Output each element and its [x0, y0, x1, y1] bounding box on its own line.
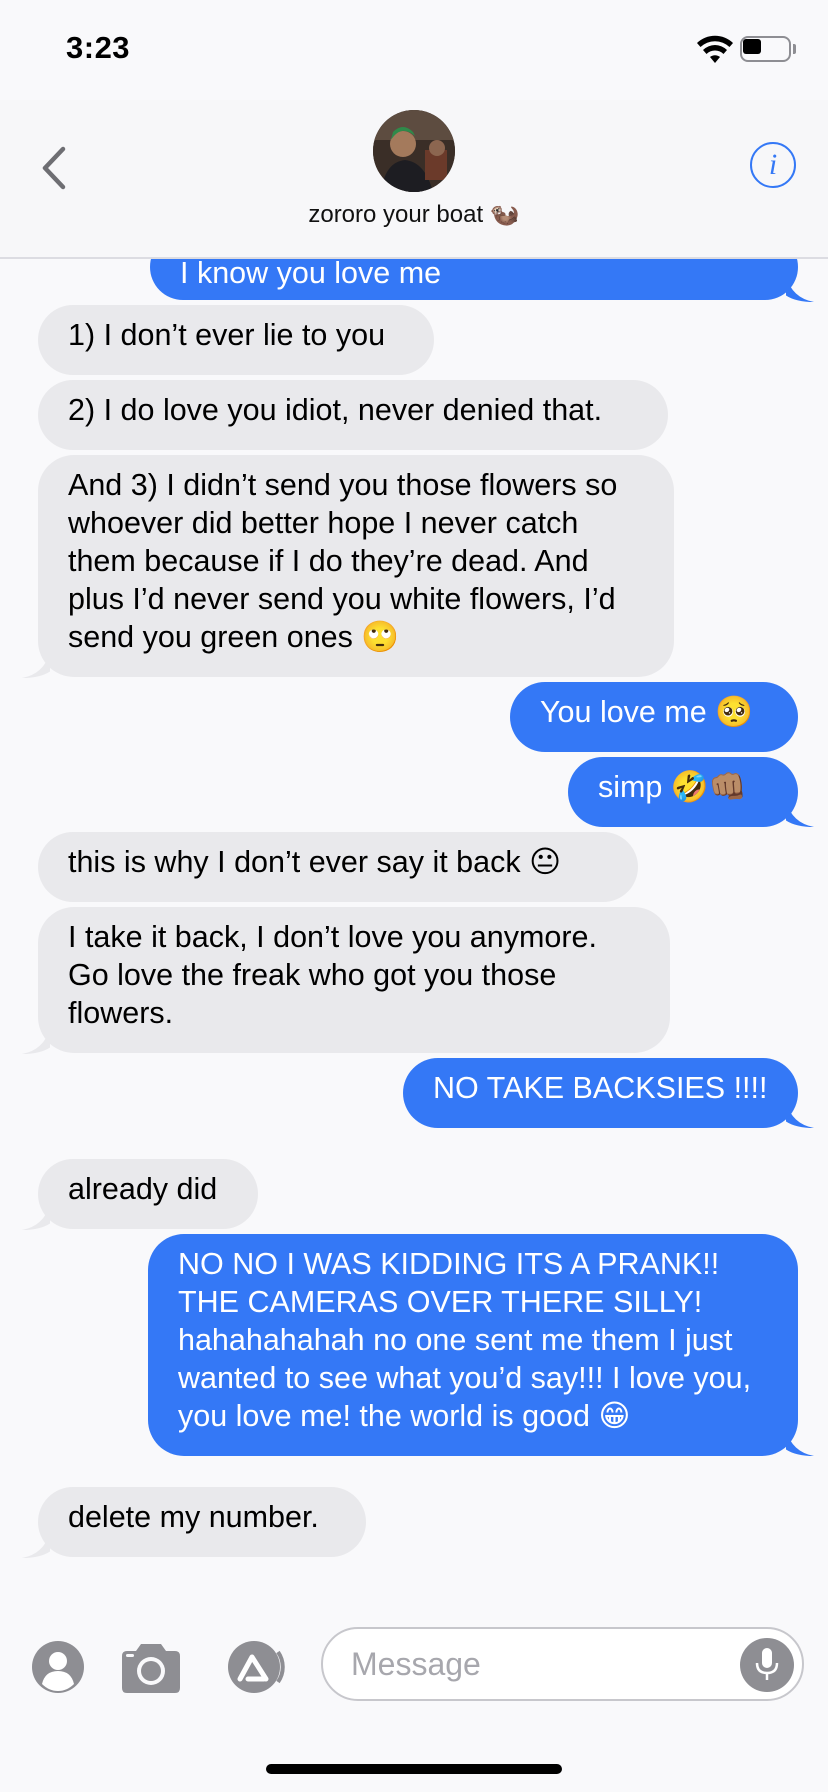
message-bubble-incoming[interactable]: delete my number.: [38, 1487, 366, 1557]
conversation-header: zororo your boat 🦦 i: [0, 100, 828, 259]
message-bubble-outgoing[interactable]: You love me 🥺: [510, 682, 798, 752]
message-bubble-outgoing[interactable]: NO NO I WAS KIDDING ITS A PRANK!! THE CA…: [148, 1234, 798, 1456]
info-button[interactable]: i: [750, 142, 796, 188]
message-composer: Message: [0, 1612, 828, 1720]
info-icon: i: [768, 148, 778, 181]
contact-avatar[interactable]: [373, 110, 455, 192]
bubble-tail: [22, 652, 50, 678]
battery-icon: [740, 36, 796, 62]
status-bar: 3:23: [0, 0, 828, 100]
back-button[interactable]: [30, 138, 78, 198]
bubble-tail: [22, 1028, 50, 1054]
wifi-icon: [697, 35, 733, 63]
message-bubble-incoming[interactable]: 2) I do love you idiot, never denied tha…: [38, 380, 668, 450]
contact-name[interactable]: zororo your boat 🦦: [0, 200, 828, 229]
message-bubble-incoming[interactable]: already did: [38, 1159, 258, 1229]
microphone-icon: [755, 1648, 779, 1680]
message-bubble-outgoing[interactable]: NO TAKE BACKSIES !!!!: [403, 1058, 798, 1128]
status-time: 3:23: [66, 30, 131, 65]
camera-icon[interactable]: [118, 1642, 184, 1694]
avatar-photo: [373, 110, 455, 192]
app-store-icon[interactable]: [222, 1640, 294, 1694]
battery-level-fill: [743, 39, 761, 54]
message-input[interactable]: Message: [321, 1627, 804, 1701]
bubble-tail: [22, 1204, 50, 1230]
bubble-tail: [786, 1430, 814, 1456]
bubble-tail: [786, 801, 814, 827]
message-bubble-incoming[interactable]: this is why I don’t ever say it back 😐: [38, 832, 638, 902]
message-bubble-incoming[interactable]: And 3) I didn’t send you those flowers s…: [38, 455, 674, 677]
microphone-button[interactable]: [740, 1638, 794, 1692]
message-bubble-incoming[interactable]: 1) I don’t ever lie to you: [38, 305, 434, 375]
bubble-tail: [786, 1102, 814, 1128]
bubble-tail: [22, 1532, 50, 1558]
home-indicator[interactable]: [266, 1764, 562, 1774]
chevron-left-icon: [42, 146, 66, 190]
message-bubble-incoming[interactable]: I take it back, I don’t love you anymore…: [38, 907, 670, 1053]
contact-icon[interactable]: [31, 1640, 85, 1694]
message-bubble-outgoing[interactable]: simp 🤣👊🏽: [568, 757, 798, 827]
